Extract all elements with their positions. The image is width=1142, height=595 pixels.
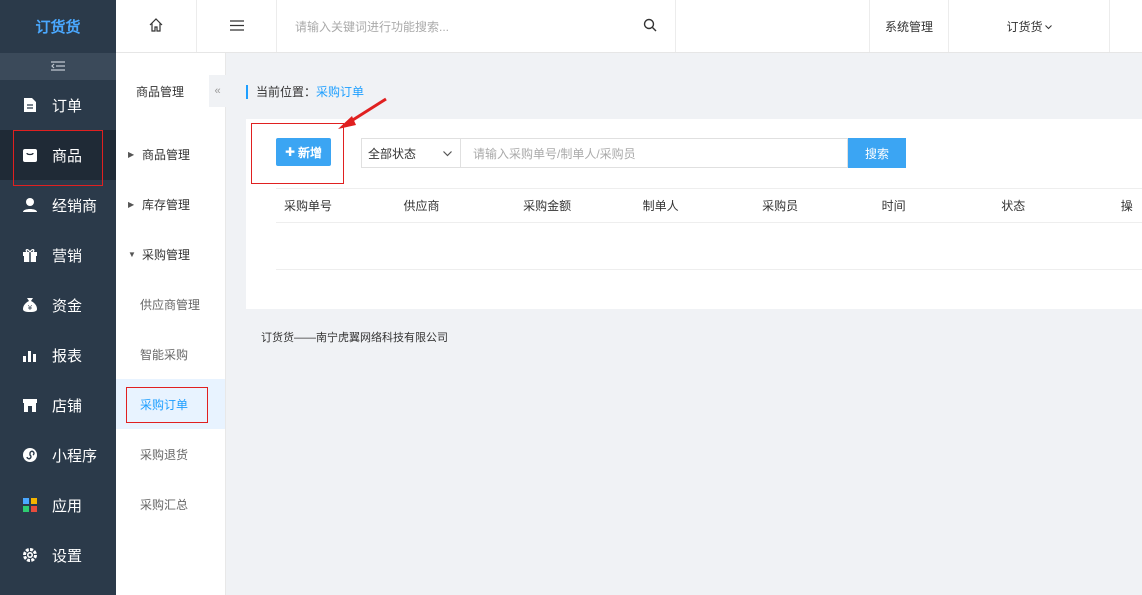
submenu-group-label: 商品管理 <box>142 147 191 162</box>
submenu-item-suppliers[interactable]: 供应商管理 <box>116 279 225 329</box>
caret-right-icon: ▶ <box>128 149 135 159</box>
purchase-order-panel: ✚ 新增 全部状态 请输入采购单号/制单人/采购员 搜索 采购单号 供应商 采购… <box>246 119 1142 309</box>
column-header: 操 <box>1120 199 1133 213</box>
add-button[interactable]: ✚ 新增 <box>276 138 331 166</box>
chevron-down-icon <box>1044 19 1052 33</box>
sidebar-item-label: 小程序 <box>52 447 98 465</box>
header-right-area <box>1110 0 1142 52</box>
search-button[interactable]: 搜索 <box>848 138 906 168</box>
submenu-group-label: 库存管理 <box>142 197 191 212</box>
sidebar-item-label: 商品 <box>52 147 83 165</box>
submenu-item-smart-purchase[interactable]: 智能采购 <box>116 329 225 379</box>
submenu-item-purchase-orders[interactable]: 采购订单 <box>116 379 225 429</box>
column-header: 采购金额 <box>523 199 572 213</box>
submenu-group-label: 采购管理 <box>142 247 191 262</box>
column-header: 时间 <box>881 199 906 213</box>
store-icon <box>22 397 38 413</box>
plus-icon: ✚ <box>284 145 296 159</box>
sidebar-item-label: 店铺 <box>52 397 83 415</box>
svg-text:¥: ¥ <box>28 304 33 312</box>
status-select-value: 全部状态 <box>368 146 417 161</box>
sidebar-item-label: 设置 <box>52 547 83 565</box>
top-header: 请输入关键词进行功能搜索... 系统管理 订货货 <box>116 0 1142 53</box>
sidebar-item-label: 经销商 <box>52 197 98 215</box>
status-select[interactable]: 全部状态 <box>361 138 461 168</box>
submenu-group-purchase-management[interactable]: ▼ 采购管理 <box>116 229 225 279</box>
sidebar-item-orders[interactable]: 订单 <box>0 80 116 130</box>
user-menu[interactable]: 订货货 <box>949 0 1110 52</box>
column-header: 状态 <box>1001 199 1026 213</box>
document-icon <box>22 97 38 113</box>
table-divider <box>276 269 1142 270</box>
gear-icon <box>22 547 38 563</box>
caret-down-icon: ▼ <box>128 249 136 259</box>
user-icon <box>22 197 38 213</box>
header-spacer <box>676 0 870 52</box>
submenu-group-inventory-management[interactable]: ▶ 库存管理 <box>116 179 225 229</box>
column-header: 采购单号 <box>284 199 333 213</box>
sidebar-item-label: 营销 <box>52 247 83 265</box>
chevron-down-icon <box>443 146 452 160</box>
product-icon <box>22 147 38 163</box>
home-button[interactable] <box>116 0 197 52</box>
column-header: 供应商 <box>403 199 440 213</box>
sidebar-item-marketing[interactable]: 营销 <box>0 230 116 280</box>
submenu-item-purchase-returns[interactable]: 采购退货 <box>116 429 225 479</box>
sidebar-item-store[interactable]: 店铺 <box>0 380 116 430</box>
sidebar-item-label: 应用 <box>52 497 83 515</box>
gift-icon <box>22 247 38 263</box>
sidebar-item-label: 资金 <box>52 297 83 315</box>
collapse-icon <box>51 60 65 74</box>
order-search-input[interactable]: 请输入采购单号/制单人/采购员 <box>460 138 848 168</box>
caret-right-icon: ▶ <box>128 199 135 209</box>
breadcrumb: 当前位置：采购订单 <box>246 85 364 99</box>
footer-copyright: 订货货——南宁虎翼网络科技有限公司 <box>261 332 448 344</box>
search-icon[interactable] <box>643 18 657 35</box>
system-management-link[interactable]: 系统管理 <box>870 0 949 52</box>
submenu-collapse-button[interactable]: « <box>209 75 226 107</box>
sidebar-item-products[interactable]: 商品 <box>0 130 116 186</box>
submenu-item-purchase-summary[interactable]: 采购汇总 <box>116 479 225 529</box>
search-placeholder: 请输入关键词进行功能搜索... <box>295 19 450 34</box>
sidebar-item-funds[interactable]: ¥ 资金 <box>0 280 116 330</box>
sidebar-item-settings[interactable]: 设置 <box>0 530 116 580</box>
sidebar-item-reports[interactable]: 报表 <box>0 330 116 380</box>
breadcrumb-prefix: 当前位置： <box>256 85 317 99</box>
apps-icon <box>22 497 38 513</box>
column-header: 制单人 <box>642 199 679 213</box>
sidebar-item-label: 报表 <box>52 347 83 365</box>
function-search-input[interactable]: 请输入关键词进行功能搜索... <box>277 0 676 52</box>
submenu-group-product-management[interactable]: ▶ 商品管理 <box>116 129 225 179</box>
sidebar-item-mini-program[interactable]: 小程序 <box>0 430 116 480</box>
add-button-label: 新增 <box>298 145 323 160</box>
app-logo[interactable]: 订货货 <box>0 0 116 53</box>
table-header: 采购单号 供应商 采购金额 制单人 采购员 时间 状态 操 <box>276 188 1142 223</box>
sidebar-item-dealers[interactable]: 经销商 <box>0 180 116 230</box>
bar-chart-icon <box>22 347 38 363</box>
main-sidebar: 订货货 订单 商品 经销商 营销 ¥ 资金 报表 店铺 小程序 应用 设置 <box>0 0 116 595</box>
hamburger-icon <box>229 19 244 34</box>
sidebar-item-label: 订单 <box>52 97 83 115</box>
sidebar-collapse-button[interactable] <box>0 53 116 80</box>
breadcrumb-current[interactable]: 采购订单 <box>316 85 364 99</box>
mini-program-icon <box>22 447 38 463</box>
main-content: 当前位置：采购订单 ✚ 新增 全部状态 请输入采购单号/制单人/采购员 搜索 采… <box>226 53 1142 595</box>
home-icon <box>149 17 163 35</box>
secondary-menu: 商品管理 « ▶ 商品管理 ▶ 库存管理 ▼ 采购管理 供应商管理 智能采购 采… <box>116 53 226 595</box>
money-bag-icon: ¥ <box>22 297 38 313</box>
double-chevron-left-icon: « <box>214 85 221 97</box>
column-header: 采购员 <box>762 199 799 213</box>
menu-toggle-button[interactable] <box>197 0 277 52</box>
user-name: 订货货 <box>1006 19 1043 34</box>
sidebar-item-apps[interactable]: 应用 <box>0 480 116 530</box>
